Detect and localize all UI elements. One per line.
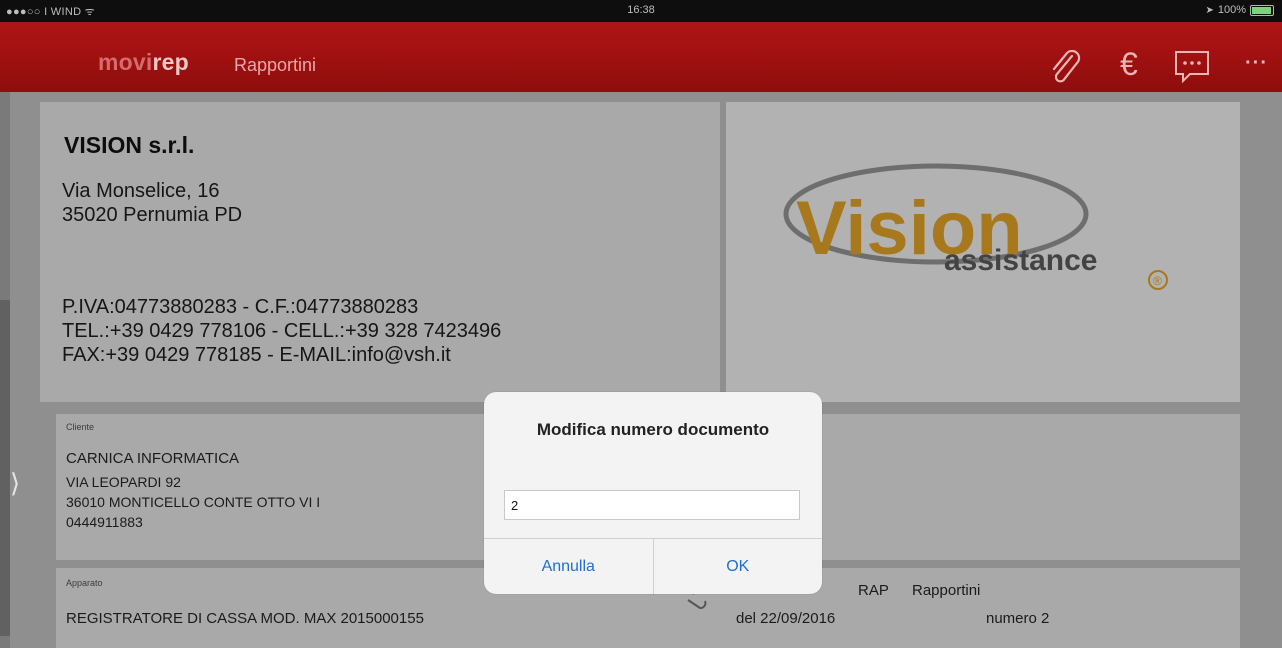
logo-sub: assistance bbox=[944, 244, 1097, 277]
doc-number: numero 2 bbox=[986, 610, 1050, 627]
doc-type-name: Rapportini bbox=[912, 582, 981, 599]
status-bar: ●●●○○ I WIND ᯤ 16:38 ➤ 100% bbox=[0, 0, 1282, 22]
side-drawer-handle[interactable] bbox=[0, 300, 10, 636]
chat-icon[interactable] bbox=[1174, 50, 1210, 84]
paperclip-icon[interactable] bbox=[1048, 49, 1082, 86]
app-logo: movirep bbox=[98, 49, 189, 76]
doc-type-code: RAP bbox=[858, 582, 889, 599]
battery-icon bbox=[1250, 4, 1274, 16]
clock: 16:38 bbox=[627, 4, 655, 16]
battery-percent: 100% bbox=[1217, 4, 1246, 16]
company-logo-card: Vision assistance ® bbox=[726, 102, 1240, 402]
ok-button[interactable]: OK bbox=[654, 539, 823, 594]
more-icon[interactable]: ··· bbox=[1245, 52, 1268, 75]
company-fax: FAX:+39 0429 778185 - E-MAIL:info@vsh.it bbox=[62, 344, 451, 366]
apparato-value: REGISTRATORE DI CASSA MOD. MAX 201500015… bbox=[66, 610, 424, 627]
doc-date: del 22/09/2016 bbox=[736, 610, 836, 627]
company-tel: TEL.:+39 0429 778106 - CELL.:+39 328 742… bbox=[62, 320, 502, 342]
battery-indicator: ➤ 100% bbox=[1205, 4, 1274, 16]
cancel-button[interactable]: Annulla bbox=[484, 539, 654, 594]
brand-part1: movi bbox=[98, 49, 153, 75]
nav-bar: movirep Rapportini € ··· bbox=[0, 22, 1282, 92]
dialog-buttons: Annulla OK bbox=[484, 538, 822, 594]
nav-title: Rapportini bbox=[234, 55, 317, 75]
chevron-right-icon[interactable]: ⟩ bbox=[10, 468, 20, 499]
edit-number-dialog: Modifica numero documento Annulla OK bbox=[484, 392, 822, 594]
company-card: VISION s.r.l. Via Monselice, 16 35020 Pe… bbox=[40, 102, 720, 402]
apparato-label: Apparato bbox=[66, 578, 103, 588]
company-name: VISION s.r.l. bbox=[64, 132, 195, 158]
document-number-input[interactable] bbox=[504, 490, 800, 520]
euro-icon[interactable]: € bbox=[1120, 46, 1138, 83]
client-name: CARNICA INFORMATICA bbox=[66, 450, 240, 467]
client-street: VIA LEOPARDI 92 bbox=[66, 474, 181, 490]
logo-registered: ® bbox=[1153, 274, 1162, 288]
company-address1: Via Monselice, 16 bbox=[62, 180, 220, 202]
brand-part2: rep bbox=[152, 49, 189, 75]
dialog-title: Modifica numero documento bbox=[536, 420, 770, 439]
company-piva: P.IVA:04773880283 - C.F.:04773880283 bbox=[62, 296, 419, 318]
client-label: Cliente bbox=[66, 422, 95, 432]
vision-logo: Vision assistance ® bbox=[783, 163, 1168, 290]
company-address2: 35020 Pernumia PD bbox=[62, 204, 243, 226]
client-phone: 0444911883 bbox=[66, 514, 143, 530]
location-icon: ➤ bbox=[1205, 4, 1214, 16]
client-city: 36010 MONTICELLO CONTE OTTO VI I bbox=[66, 494, 321, 510]
